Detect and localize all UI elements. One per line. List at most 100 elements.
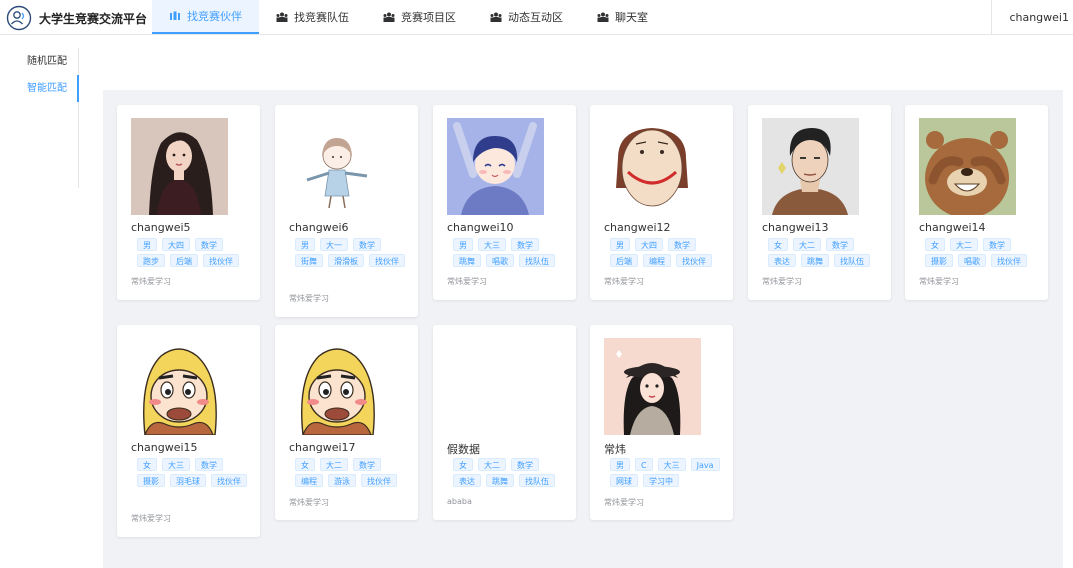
tag: 表达	[453, 474, 481, 487]
logo-icon	[6, 5, 32, 31]
tag: 男	[453, 238, 473, 251]
app-title: 大学生竞赛交流平台	[39, 12, 148, 26]
username-label: 假数据	[447, 443, 480, 456]
signature-text: 常炜爱学习	[447, 277, 487, 286]
nav-tab-label: 找竞赛队伍	[294, 11, 349, 24]
signature-text: 常炜爱学习	[289, 294, 329, 303]
avatar	[447, 338, 544, 435]
partner-card[interactable]: 常炜男 C 大三 Java 网球 学习中 常炜爱学习	[590, 325, 733, 520]
partner-card[interactable]: changwei5 男大四 数学 跑步 后端 找伙伴常炜爱学习	[117, 105, 260, 300]
avatar	[289, 338, 386, 435]
nav-tab-2[interactable]: 竞赛项目区	[366, 0, 473, 34]
tag-list: 男大四 数学 后端 编程 找伙伴	[610, 238, 728, 267]
nav-tab-label: 动态互动区	[508, 11, 563, 24]
tag: 唱歌	[486, 254, 514, 267]
partner-card[interactable]: changwei17 女大二 数学 编程 游泳 找伙伴 常炜爱学习	[275, 325, 418, 520]
partner-grid: changwei5 男大四 数学 跑步 后端 找伙伴 常炜爱学习 changwei6 男大一 数学…	[103, 90, 1063, 568]
tag-list: 女大二 数学 表达 跳舞 找队伍	[768, 238, 886, 267]
tag: 唱歌	[958, 254, 986, 267]
partner-card[interactable]: 假数据女大二 数学 表达 跳舞 找队伍 ababa	[433, 325, 576, 520]
tag: 摄影	[137, 474, 165, 487]
sidebar-item-0[interactable]: 随机匹配	[0, 48, 78, 75]
tag: 大一	[320, 238, 348, 251]
tag: 表达	[768, 254, 796, 267]
tag: 大四	[162, 238, 190, 251]
tag-list: 男大一 数学 街舞 滑滑板 找伙伴	[295, 238, 413, 267]
username-label: changwei14	[919, 221, 986, 234]
tag: 找伙伴	[369, 254, 405, 267]
tag-list: 女大二 数学 摄影 唱歌 找伙伴	[925, 238, 1043, 267]
tag: 后端	[610, 254, 638, 267]
tag: 女	[453, 458, 473, 471]
nav-tab-1[interactable]: 找竞赛队伍	[259, 0, 366, 34]
tag: 滑滑板	[328, 254, 364, 267]
partner-card[interactable]: changwei10 男大三 数学 跳舞 唱歌 找队伍 常炜爱学习	[433, 105, 576, 300]
tag: 大二	[478, 458, 506, 471]
top-nav: 找竞赛伙伴 找竞赛队伍 竞赛项目区 动态互动区 聊天室	[152, 0, 665, 34]
tag: 跳舞	[453, 254, 481, 267]
signature-text: 常炜爱学习	[919, 277, 959, 286]
username-label: changwei15	[131, 441, 198, 454]
user-menu[interactable]: changwei1	[991, 0, 1073, 34]
top-header: 大学生竞赛交流平台 找竞赛伙伴 找竞赛队伍 竞赛项目区 动态互动区 聊天室 changw…	[0, 0, 1073, 35]
avatar	[604, 338, 701, 435]
tag: 找伙伴	[361, 474, 397, 487]
partner-card[interactable]: changwei14 女大二 数学 摄影 唱歌 找伙伴常炜爱学习	[905, 105, 1048, 300]
partner-card[interactable]: changwei13 女大二 数学 表达 跳舞 找队伍 常炜爱学习	[748, 105, 891, 300]
tag: 网球	[610, 474, 638, 487]
user-icon	[170, 11, 180, 20]
tag: 大四	[635, 238, 663, 251]
nav-tab-4[interactable]: 聊天室	[580, 0, 665, 34]
tag: 找伙伴	[211, 474, 247, 487]
sidebar: 随机匹配 智能匹配	[0, 48, 79, 188]
nav-tab-label: 聊天室	[615, 11, 648, 24]
tag: 大三	[162, 458, 190, 471]
partner-card[interactable]: changwei15 女大三 数学摄影 羽毛球 找伙伴常炜爱学习	[117, 325, 260, 537]
tag: 女	[925, 238, 945, 251]
signature-text: 常炜爱学习	[289, 498, 329, 507]
team-icon	[383, 12, 395, 22]
nav-tab-3[interactable]: 动态互动区	[473, 0, 580, 34]
tag: 大二	[793, 238, 821, 251]
tag: 数学	[353, 458, 381, 471]
tag: 跳舞	[486, 474, 514, 487]
signature-text: 常炜爱学习	[131, 277, 171, 286]
tag: 女	[768, 238, 788, 251]
tag: 数学	[353, 238, 381, 251]
tag-list: 女大二 数学 表达 跳舞 找队伍	[453, 458, 571, 487]
tag: 男	[295, 238, 315, 251]
username: changwei1	[1009, 10, 1069, 24]
tag: 数学	[195, 458, 223, 471]
signature-text: 常炜爱学习	[604, 277, 644, 286]
tag: 数学	[511, 458, 539, 471]
nav-tab-0[interactable]: 找竞赛伙伴	[152, 0, 259, 34]
avatar	[289, 118, 386, 215]
tag: 跑步	[137, 254, 165, 267]
username-label: 常炜	[604, 443, 626, 456]
tag: 编程	[643, 254, 671, 267]
tag: 羽毛球	[170, 474, 206, 487]
username-label: changwei6	[289, 221, 349, 234]
tag: 游泳	[328, 474, 356, 487]
tag: 摄影	[925, 254, 953, 267]
tag: 女	[137, 458, 157, 471]
tag: 找伙伴	[991, 254, 1027, 267]
tag: 男	[610, 238, 630, 251]
tag: 大二	[950, 238, 978, 251]
tag: 女	[295, 458, 315, 471]
avatar	[919, 118, 1016, 215]
partner-card[interactable]: changwei12 男大四 数学 后端 编程 找伙伴 常炜爱学习	[590, 105, 733, 300]
username-label: changwei10	[447, 221, 514, 234]
tag: 男	[137, 238, 157, 251]
partner-card[interactable]: changwei6 男大一 数学 街舞 滑滑板 找伙伴常炜爱学习	[275, 105, 418, 317]
tag: 数学	[826, 238, 854, 251]
avatar	[447, 118, 544, 215]
sidebar-item-1[interactable]: 智能匹配	[0, 75, 79, 102]
username-label: changwei17	[289, 441, 356, 454]
avatar	[131, 118, 228, 215]
tag-list: 男大四 数学 跑步 后端 找伙伴	[137, 238, 255, 267]
tag-list: 男 C 大三 Java 网球 学习中	[610, 458, 728, 487]
signature-text: 常炜爱学习	[762, 277, 802, 286]
username-label: changwei5	[131, 221, 191, 234]
signature-text: 常炜爱学习	[131, 514, 171, 523]
